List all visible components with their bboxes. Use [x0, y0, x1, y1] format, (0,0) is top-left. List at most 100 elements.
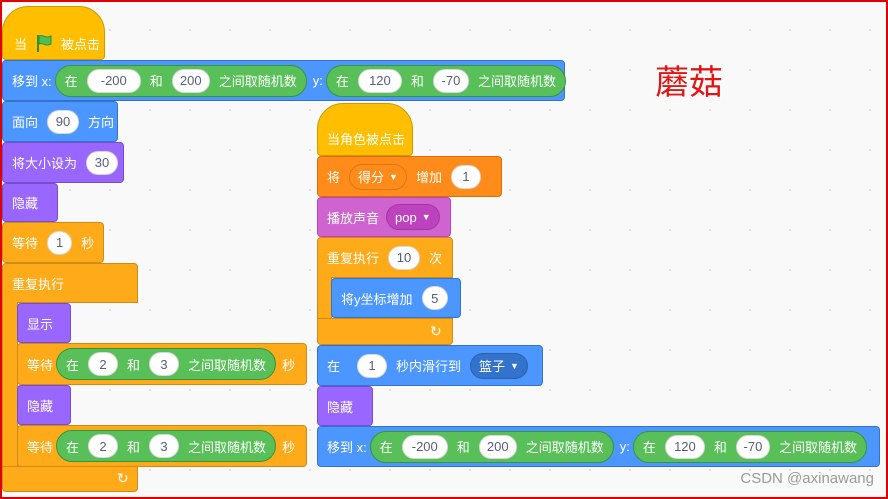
- change-variable-block[interactable]: 将 得分 ▼ 增加 1: [317, 156, 502, 197]
- glide-to-block[interactable]: 在 1 秒内滑行到 篮子 ▼: [317, 345, 543, 386]
- change-y-block[interactable]: 将y坐标增加 5: [331, 278, 461, 318]
- max-input[interactable]: 3: [149, 434, 180, 458]
- credit-text: CSDN @axinawang: [740, 470, 874, 487]
- sound-dropdown[interactable]: pop ▼: [386, 204, 440, 230]
- wait-label: 等待: [27, 357, 54, 373]
- y-label: y:: [312, 73, 323, 88]
- show-label: 显示: [27, 316, 54, 332]
- forever-block[interactable]: 重复执行: [2, 263, 138, 303]
- change-y-input[interactable]: 5: [421, 286, 448, 310]
- direction-input[interactable]: 90: [47, 109, 80, 134]
- size-input[interactable]: 30: [86, 150, 119, 175]
- random-x-reporter[interactable]: 在 -200 和 200 之间取随机数: [54, 64, 307, 97]
- play-sound-block[interactable]: 播放声音 pop ▼: [317, 197, 451, 237]
- y-max-input[interactable]: -70: [735, 434, 770, 459]
- repeat-arm: [317, 277, 332, 319]
- wait-label: 等待: [12, 236, 39, 251]
- variable-name: 得分: [358, 170, 385, 185]
- point-direction-block[interactable]: 面向 90 方向: [2, 101, 118, 142]
- direction-tail: 方向: [88, 115, 115, 130]
- x-max-input[interactable]: 200: [478, 434, 517, 459]
- when-sprite-clicked-block[interactable]: 当角色被点击: [317, 103, 413, 156]
- hide-block[interactable]: 隐藏: [317, 386, 373, 426]
- repeat-count-input[interactable]: 10: [388, 245, 421, 270]
- show-block[interactable]: 显示: [17, 303, 71, 343]
- y-min-input[interactable]: 120: [664, 434, 705, 459]
- goto-xy-block[interactable]: 移到 x: 在 -200 和 200 之间取随机数 y: 在 120 和 -70…: [2, 60, 566, 101]
- random-x-reporter[interactable]: 在 -200 和 200 之间取随机数: [369, 430, 614, 463]
- random-tail-label: 之间取随机数: [188, 357, 267, 373]
- random-in-label: 在: [66, 439, 80, 455]
- when-flag-clicked-block[interactable]: 当 被点击: [2, 6, 105, 60]
- loop-arrow-icon: ↻: [430, 323, 442, 339]
- sound-name: pop: [395, 209, 417, 225]
- random-in-label: 在: [379, 440, 393, 455]
- max-input[interactable]: 3: [149, 352, 180, 376]
- wait-label: 等待: [27, 439, 54, 455]
- random-reporter[interactable]: 在 2 和 3 之间取随机数: [56, 348, 277, 380]
- glide-mid-label: 秒内滑行到: [396, 359, 462, 374]
- repeat-block[interactable]: 重复执行 10 次: [317, 237, 453, 278]
- random-in-label: 在: [66, 357, 80, 373]
- random-tail-label: 之间取随机数: [525, 440, 604, 455]
- hat-prefix: 当: [14, 36, 28, 52]
- random-in-label: 在: [64, 74, 78, 89]
- set-size-block[interactable]: 将大小设为 30: [2, 142, 124, 183]
- y-max-input[interactable]: -70: [432, 68, 469, 93]
- set-size-label: 将大小设为: [12, 156, 78, 171]
- hide-label: 隐藏: [327, 399, 354, 415]
- random-reporter[interactable]: 在 2 和 3 之间取随机数: [56, 430, 277, 462]
- random-y-reporter[interactable]: 在 120 和 -70 之间取随机数: [632, 430, 867, 463]
- goto-label: 移到 x:: [327, 440, 367, 455]
- point-label: 面向: [12, 115, 39, 130]
- glide-label: 在: [327, 359, 341, 374]
- random-tail-label: 之间取随机数: [477, 74, 556, 89]
- x-min-input[interactable]: -200: [86, 68, 141, 93]
- repeat-tail: 次: [429, 251, 443, 266]
- min-input[interactable]: 2: [88, 434, 119, 458]
- play-sound-label: 播放声音: [327, 210, 380, 226]
- hide-block[interactable]: 隐藏: [2, 183, 58, 222]
- wait-unit: 秒: [282, 357, 296, 373]
- wait-block[interactable]: 等待 1 秒: [2, 222, 104, 263]
- random-tail-label: 之间取随机数: [778, 440, 857, 455]
- hide-label: 隐藏: [12, 196, 39, 211]
- repeat-label: 重复执行: [327, 251, 380, 266]
- random-and-label: 和: [127, 439, 141, 455]
- variable-dropdown[interactable]: 得分 ▼: [349, 163, 407, 190]
- x-min-input[interactable]: -200: [401, 434, 448, 459]
- wait-unit: 秒: [282, 439, 296, 455]
- random-and-label: 和: [456, 440, 470, 455]
- random-in-label: 在: [335, 74, 349, 89]
- forever-arm: [2, 302, 18, 467]
- dropdown-triangle-icon: ▼: [510, 360, 519, 371]
- wait-random-block[interactable]: 等待 在 2 和 3 之间取随机数 秒: [17, 425, 307, 467]
- hide-block[interactable]: 隐藏: [17, 385, 71, 425]
- x-max-input[interactable]: 200: [171, 68, 210, 93]
- green-flag-icon: [34, 33, 54, 53]
- repeat-bottom: ↻: [317, 318, 453, 345]
- random-and-label: 和: [713, 440, 727, 455]
- random-tail-label: 之间取随机数: [188, 439, 267, 455]
- wait-random-block[interactable]: 等待 在 2 和 3 之间取随机数 秒: [17, 343, 307, 385]
- goto-xy-block[interactable]: 移到 x: 在 -200 和 200 之间取随机数 y: 在 120 和 -70…: [317, 426, 880, 467]
- glide-target-name: 篮子: [479, 359, 506, 374]
- random-in-label: 在: [642, 440, 656, 455]
- hide-label: 隐藏: [27, 398, 54, 414]
- change-amount-input[interactable]: 1: [450, 164, 481, 189]
- glide-seconds-input[interactable]: 1: [357, 353, 388, 378]
- hat-label: 当角色被点击: [327, 132, 406, 147]
- random-y-reporter[interactable]: 在 120 和 -70 之间取随机数: [325, 64, 566, 97]
- dropdown-triangle-icon: ▼: [421, 212, 431, 222]
- dropdown-triangle-icon: ▼: [389, 171, 398, 182]
- random-and-label: 和: [127, 357, 141, 373]
- glide-target-dropdown[interactable]: 篮子 ▼: [470, 352, 528, 379]
- change-label: 将: [327, 170, 341, 185]
- y-label: y:: [619, 439, 630, 454]
- goto-label: 移到 x:: [12, 74, 52, 89]
- wait-seconds-input[interactable]: 1: [47, 230, 73, 255]
- loop-arrow-icon: ↻: [117, 470, 129, 486]
- min-input[interactable]: 2: [88, 352, 119, 376]
- y-min-input[interactable]: 120: [357, 68, 402, 93]
- random-tail-label: 之间取随机数: [218, 74, 297, 89]
